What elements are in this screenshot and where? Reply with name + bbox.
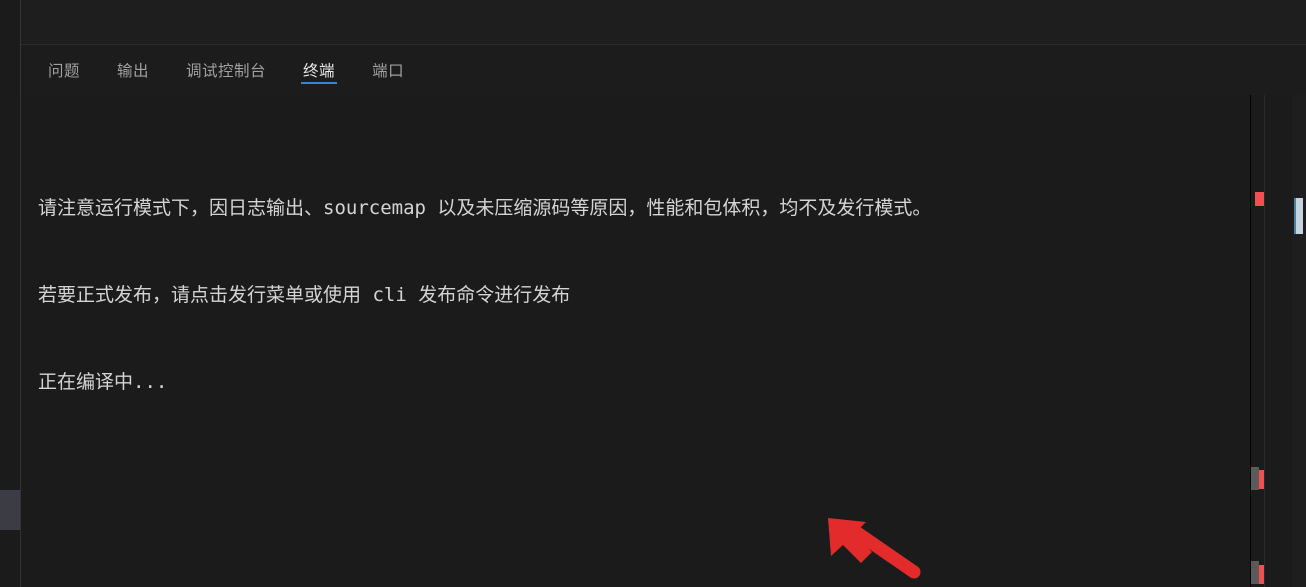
activity-rail xyxy=(0,0,21,587)
tab-debug-console-label: 调试控制台 xyxy=(186,63,267,80)
terminal-scrollbar[interactable] xyxy=(1292,95,1306,587)
ruler-selection-mark xyxy=(1251,467,1259,490)
vscode-window: 问题 输出 调试控制台 终端 端口 请注意运行模式下，因日志输出、sourcem… xyxy=(0,0,1306,587)
terminal-output: 请注意运行模式下，因日志输出、sourcemap 以及未压缩源码等原因，性能和包… xyxy=(38,107,1248,587)
tab-output-label: 输出 xyxy=(117,63,150,80)
terminal-line: 正在编译中... xyxy=(38,371,168,393)
terminal-line: 请注意运行模式下，因日志输出、sourcemap 以及未压缩源码等原因，性能和包… xyxy=(38,197,932,219)
tab-problems[interactable]: 问题 xyxy=(36,45,92,95)
tab-problems-label: 问题 xyxy=(48,63,81,80)
ruler-selection-mark xyxy=(1251,561,1259,584)
tab-terminal[interactable]: 终端 xyxy=(291,45,347,95)
tab-ports[interactable]: 端口 xyxy=(360,45,416,95)
panel-tab-bar: 问题 输出 调试控制台 终端 端口 xyxy=(21,45,1306,95)
terminal-scrollbar-thumb[interactable] xyxy=(1294,198,1303,234)
overview-ruler[interactable] xyxy=(1250,95,1265,587)
tab-ports-label: 端口 xyxy=(372,63,405,80)
tab-debug-console[interactable]: 调试控制台 xyxy=(174,45,278,95)
tab-terminal-label: 终端 xyxy=(303,63,336,80)
terminal-viewport[interactable]: 请注意运行模式下，因日志输出、sourcemap 以及未压缩源码等原因，性能和包… xyxy=(21,95,1306,587)
ruler-error-mark xyxy=(1255,192,1264,206)
tab-output[interactable]: 输出 xyxy=(105,45,161,95)
editor-area-strip xyxy=(0,0,1306,45)
bottom-panel: 问题 输出 调试控制台 终端 端口 请注意运行模式下，因日志输出、sourcem… xyxy=(21,45,1306,587)
rail-scroll-thumb[interactable] xyxy=(0,490,20,530)
terminal-line: 若要正式发布，请点击发行菜单或使用 cli 发布命令进行发布 xyxy=(38,284,571,306)
